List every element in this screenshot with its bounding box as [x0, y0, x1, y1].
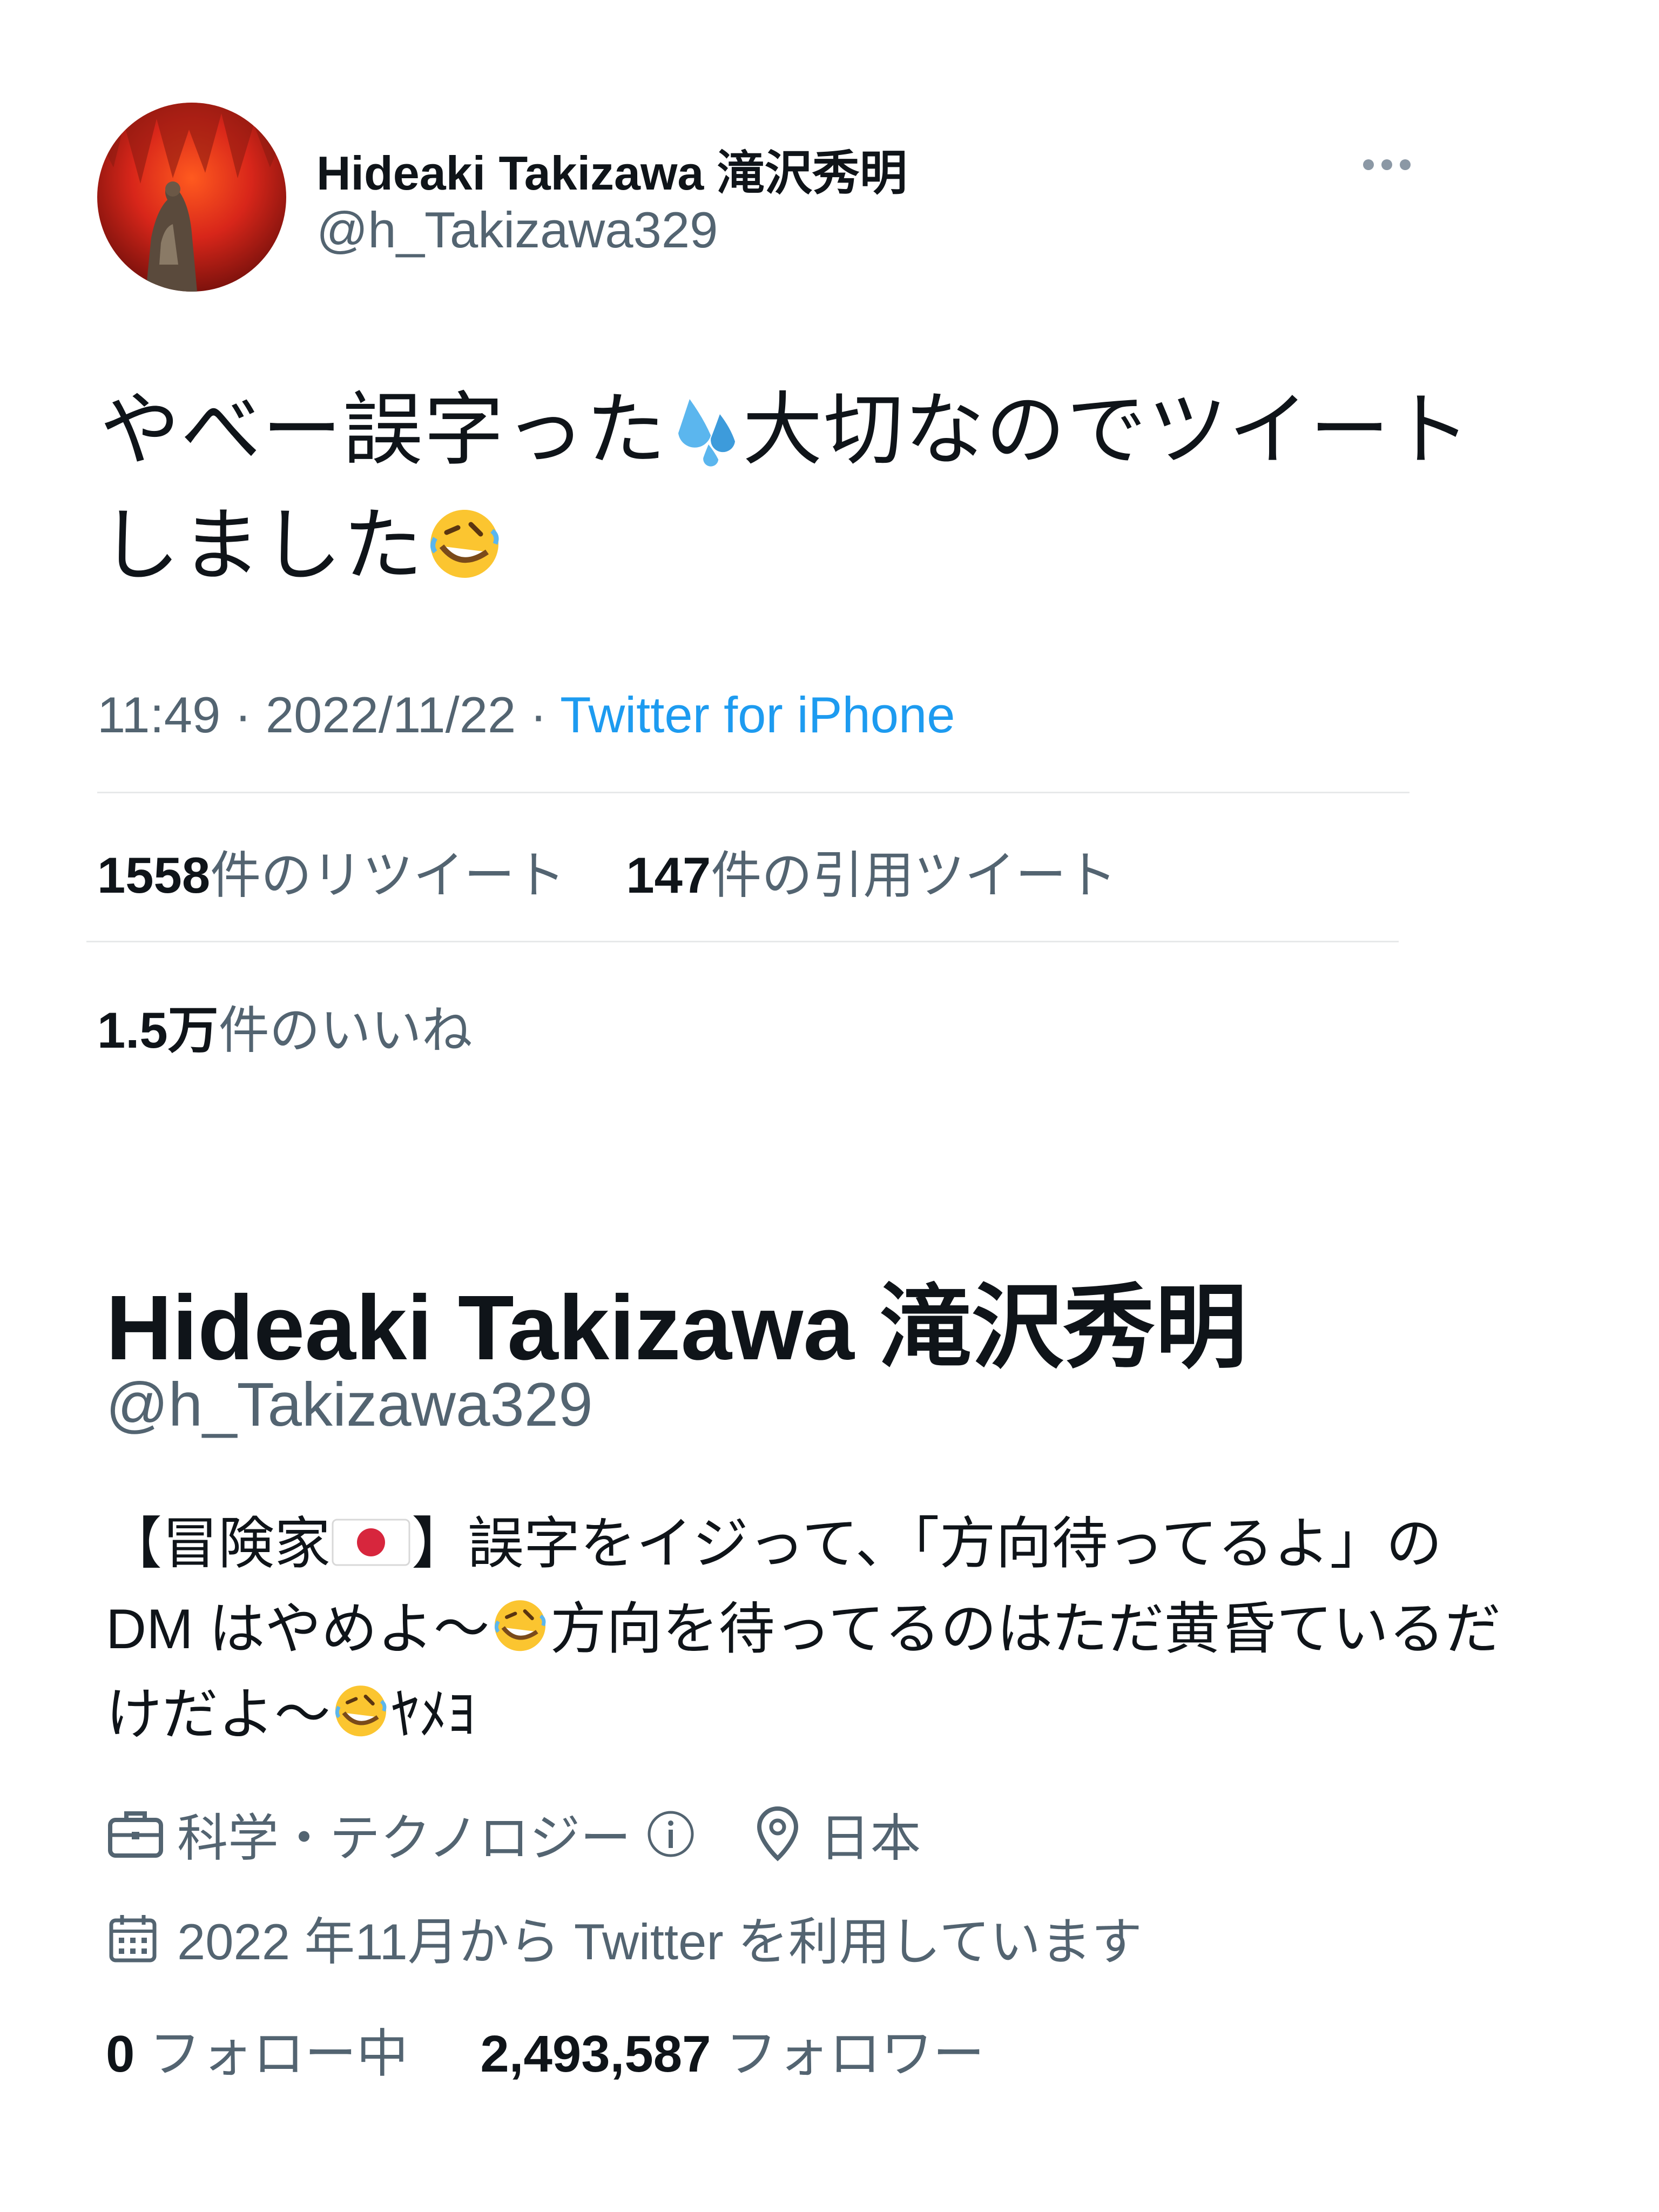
tweet-text-part: やべー誤字った — [100, 386, 667, 475]
profile-bio: 【冒険家 】誤字をイジって、「方向待ってるよ」の DM はやめよ〜 方向を待ってるの… — [106, 1501, 1607, 1757]
retweets-link[interactable]: 1558件のリツイート — [97, 847, 565, 903]
info-icon[interactable] — [645, 1808, 697, 1860]
quotes-count: 147 — [626, 847, 711, 903]
followers-count: 2,493,587 — [480, 2025, 711, 2083]
meta-separator: · — [516, 686, 561, 743]
avatar[interactable] — [97, 103, 286, 292]
followers-label: フォロワー — [725, 2025, 985, 2083]
quotes-link[interactable]: 147件の引用ツイート — [626, 847, 1117, 903]
profile-info-row: 科学・テクノロジー 日本 — [106, 1797, 921, 1871]
rofl-emoji — [335, 1685, 387, 1737]
bio-text: DM はやめよ〜 — [106, 1598, 490, 1661]
meta-separator: · — [220, 686, 266, 743]
profile-category: 科学・テクノロジー — [177, 1810, 631, 1866]
tweet-text-part: 大切なのでツイート — [743, 386, 1472, 475]
retweets-count: 1558 — [97, 847, 211, 903]
divider — [97, 792, 1410, 793]
likes-label: 件のいいね — [218, 1002, 473, 1058]
tweet-date[interactable]: 2022/11/22 — [266, 686, 516, 743]
profile-name: Hideaki Takizawa 滝沢秀明 — [106, 1277, 1247, 1379]
following-count: 0 — [106, 2025, 135, 2083]
japan-flag-emoji — [332, 1519, 410, 1566]
following-link[interactable]: 0 フォロー中 — [106, 2025, 408, 2083]
profile-joined-date: 2022 年11月から Twitter を利用しています — [177, 1913, 1143, 1970]
tweet-author-handle[interactable]: @h_Takizawa329 — [316, 201, 718, 259]
location-pin-icon — [757, 1806, 799, 1862]
profile-handle: @h_Takizawa329 — [106, 1371, 593, 1439]
profile-joined-row: 2022 年11月から Twitter を利用しています — [106, 1901, 1142, 1974]
divider — [86, 941, 1399, 942]
rofl-emoji — [494, 1600, 546, 1651]
sweat-droplets-emoji — [678, 399, 735, 467]
bio-text: 【冒険家 — [106, 1513, 331, 1575]
quotes-label: 件の引用ツイート — [711, 847, 1117, 903]
bio-text: 方向を待ってるのはただ黄昏ているだ — [550, 1598, 1501, 1661]
profile-location: 日本 — [819, 1810, 921, 1866]
tweet-text-part: しました — [100, 501, 424, 590]
likes-link[interactable]: 1.5万件のいいね — [97, 989, 473, 1063]
calendar-icon — [109, 1915, 157, 1963]
tweet-author-name[interactable]: Hideaki Takizawa 滝沢秀明 — [316, 135, 907, 204]
likes-count: 1.5万 — [97, 1002, 219, 1058]
bio-text: 】誤字をイジって、「方向待ってるよ」の — [412, 1513, 1442, 1575]
bio-text: ﾔﾒﾖ — [391, 1683, 476, 1746]
tweet-metadata: 11:49 · 2022/11/22 · Twitter for iPhone — [97, 686, 955, 744]
more-icon[interactable] — [1354, 151, 1419, 178]
tweet-source-link[interactable]: Twitter for iPhone — [560, 686, 955, 743]
profile-follow-counts: 0 フォロー中 2,493,587 フォロワー — [106, 2012, 984, 2087]
tweet-text: やべー誤字った 大切なのでツイート しました — [100, 373, 1558, 604]
tweet-stats: 1558件のリツイート 147件の引用ツイート — [97, 834, 1117, 908]
retweets-label: 件のリツイート — [210, 847, 566, 903]
following-label: フォロー中 — [149, 2025, 409, 2083]
briefcase-icon — [108, 1811, 163, 1858]
bio-text: けだよ〜 — [106, 1683, 331, 1746]
rofl-emoji — [430, 509, 499, 578]
tweet-time[interactable]: 11:49 — [97, 686, 220, 743]
followers-link[interactable]: 2,493,587 フォロワー — [480, 2025, 984, 2083]
